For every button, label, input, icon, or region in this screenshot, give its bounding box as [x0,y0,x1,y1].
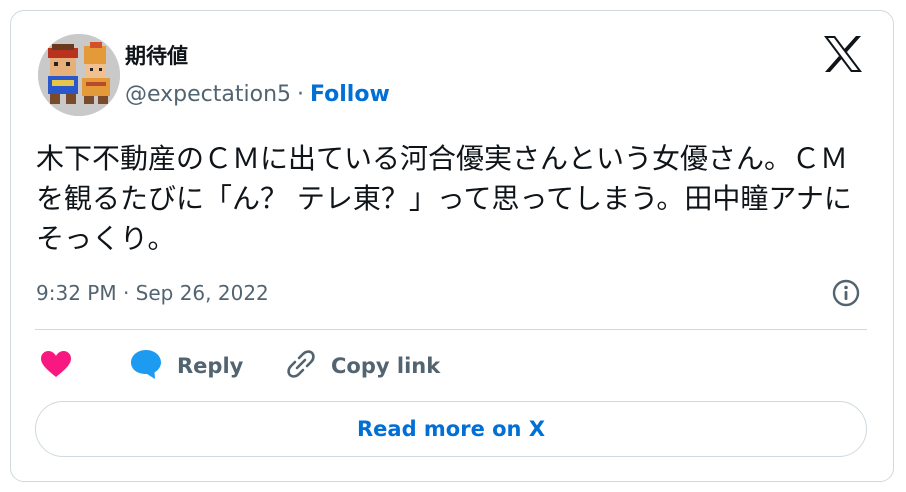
tweet-text: 木下不動産のＣＭに出ている河合優実さんという女優さん。ＣＭを観るたびに「ん？ テ… [36,142,852,255]
handle-row: @expectation5 · Follow [125,81,390,109]
follow-link[interactable]: Follow [310,82,390,107]
read-more-button[interactable]: Read more on X [35,401,867,457]
x-logo-icon[interactable] [822,35,864,73]
reply-label: Reply [177,354,244,378]
speech-bubble-icon [129,348,163,384]
reply-button[interactable]: Reply [129,346,243,386]
display-name[interactable]: 期待値 [125,43,188,69]
link-icon [285,348,317,384]
avatar[interactable] [38,34,120,116]
copy-link-label: Copy link [331,354,441,378]
embedded-tweet-card: 期待値 @expectation5 · Follow 木下不動産のＣＭに出ている河合… [10,10,894,482]
tweet-timestamp[interactable]: 9:32 PM · Sep 26, 2022 [36,279,269,307]
user-handle[interactable]: @expectation5 [125,82,291,107]
copy-link-button[interactable]: Copy link [285,346,440,386]
divider [35,329,867,330]
like-button[interactable] [40,346,72,386]
info-icon[interactable] [831,278,861,308]
separator-dot: · [297,82,305,107]
heart-icon [40,350,72,382]
